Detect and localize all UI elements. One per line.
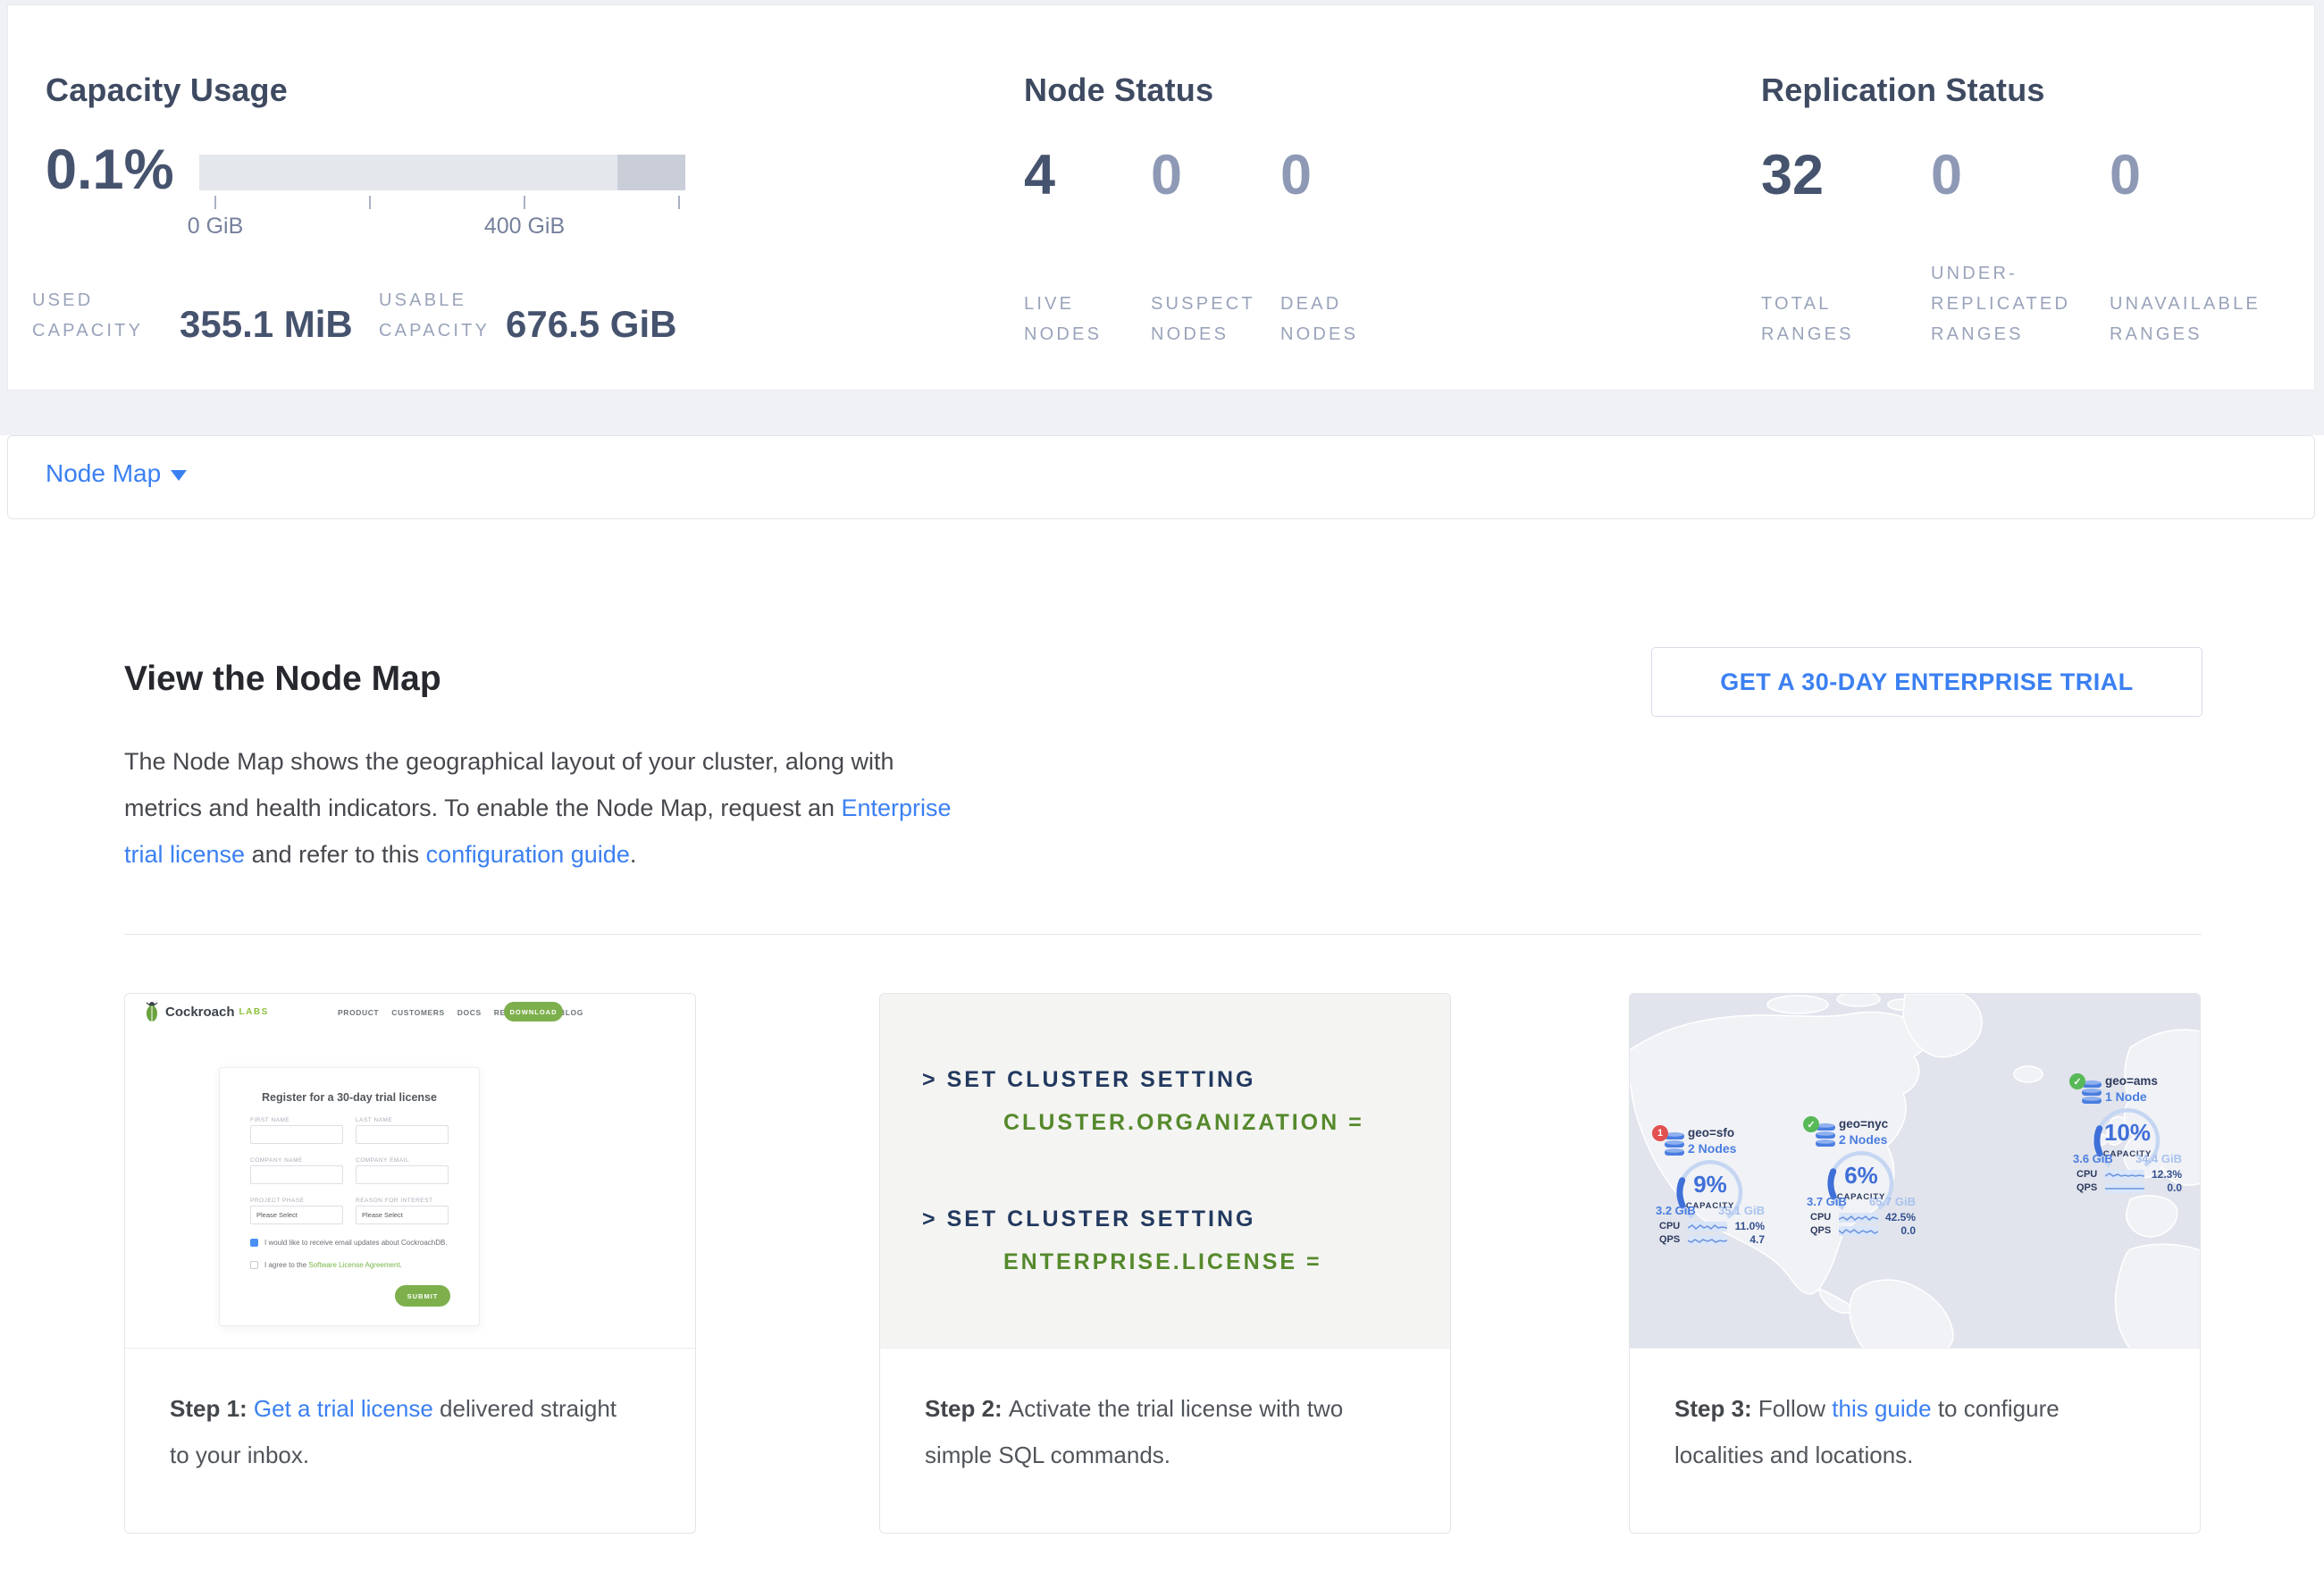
axis-tick-label: 400 GiB <box>484 214 565 240</box>
total-ranges-stat: 32 TOTAL RANGES <box>1761 144 1854 349</box>
qps-sparkline <box>1839 1226 1878 1236</box>
unavailable-ranges-stat: 0 UNAVAILABLE RANGES <box>2110 144 2261 349</box>
section-divider <box>124 934 2202 935</box>
registration-screenshot: Cockroach LABS PRODUCT CUSTOMERS DOCS RE… <box>125 994 695 1349</box>
used-capacity-label: USED CAPACITY <box>32 285 143 346</box>
cpu-sparkline <box>1839 1213 1878 1223</box>
axis-tick <box>524 196 525 209</box>
axis-tick <box>214 196 216 209</box>
cockroach-bug-icon <box>143 1001 161 1022</box>
axis-tick <box>678 196 680 209</box>
usable-capacity-label: USABLE CAPACITY <box>379 285 490 346</box>
cockroach-labs-logo: Cockroach LABS <box>143 1001 269 1022</box>
cluster-summary-panel: Capacity Usage 0.1% 0 GiB 400 GiB USED C… <box>7 4 2315 391</box>
usable-capacity-value: 676.5 GiB <box>506 303 676 346</box>
node-status-title: Node Status <box>1024 71 1213 109</box>
view-selector-label[interactable]: Node Map <box>46 459 161 488</box>
used-capacity-value: 355.1 MiB <box>180 303 353 346</box>
cpu-sparkline <box>2105 1170 2144 1180</box>
axis-tick-label: 0 GiB <box>188 214 244 240</box>
page-title: View the Node Map <box>124 660 441 699</box>
capacity-percent: 0.1% <box>46 138 174 202</box>
step3-card: 1 geo=sfo 2 Nodes 9% CA <box>1629 993 2201 1534</box>
cpu-sparkline <box>1688 1222 1727 1232</box>
license-agree-checkbox <box>250 1261 258 1269</box>
step3-caption: Step 3: Follow this guide to configurelo… <box>1674 1385 2060 1478</box>
this-guide-link[interactable]: this guide <box>1832 1395 1931 1422</box>
email-updates-checkbox <box>250 1239 258 1247</box>
node-map-preview: 1 geo=sfo 2 Nodes 9% CA <box>1630 994 2200 1349</box>
mini-submit-button: SUBMIT <box>395 1285 450 1307</box>
live-nodes-stat: 4 LIVE NODES <box>1024 144 1102 349</box>
last-name-field <box>356 1125 449 1144</box>
get-trial-license-link[interactable]: Get a trial license <box>254 1395 433 1422</box>
configuration-guide-link[interactable]: configuration guide <box>426 841 630 868</box>
mini-download-button: DOWNLOAD <box>504 1002 563 1022</box>
company-name-field <box>250 1165 343 1184</box>
view-selector-dropdown[interactable]: Node Map <box>7 435 2315 519</box>
step2-card: > SET CLUSTER SETTING CLUSTER.ORGANIZATI… <box>879 993 1451 1534</box>
software-license-link: Software License Agreement <box>308 1261 399 1269</box>
cockroachdb-console-overview: Capacity Usage 0.1% 0 GiB 400 GiB USED C… <box>0 0 2324 1589</box>
capacity-ring: 10% CAPACITY <box>2090 1103 2165 1178</box>
capacity-ring: 9% CAPACITY <box>1673 1155 1748 1230</box>
company-email-field <box>356 1165 449 1184</box>
step2-caption: Step 2: Activate the trial license with … <box>925 1385 1343 1478</box>
healthy-check-icon: ✓ <box>2069 1073 2085 1089</box>
capacity-bar <box>199 155 685 190</box>
enterprise-trial-license-link[interactable]: Enterprise <box>842 794 952 821</box>
get-enterprise-trial-button[interactable]: GET A 30-DAY ENTERPRISE TRIAL <box>1651 647 2202 717</box>
first-name-field <box>250 1125 343 1144</box>
trial-registration-form: Register for a 30-day trial license FIRS… <box>219 1067 480 1326</box>
step1-caption: Step 1: Get a trial license delivered st… <box>170 1385 617 1478</box>
under-replicated-ranges-stat: 0 UNDER- REPLICATED RANGES <box>1931 144 2070 349</box>
suspect-nodes-stat: 0 SUSPECT NODES <box>1151 144 1255 349</box>
warning-badge-icon: 1 <box>1652 1125 1668 1141</box>
qps-sparkline <box>2105 1183 2144 1193</box>
capacity-ring: 6% CAPACITY <box>1824 1146 1899 1221</box>
chevron-down-icon <box>171 470 187 481</box>
capacity-bar-reserved-segment <box>617 155 685 190</box>
healthy-check-icon: ✓ <box>1803 1116 1819 1132</box>
enterprise-trial-license-link[interactable]: trial license <box>124 841 245 868</box>
dead-nodes-stat: 0 DEAD NODES <box>1280 144 1358 349</box>
sql-commands-panel: > SET CLUSTER SETTING CLUSTER.ORGANIZATI… <box>880 994 1450 1349</box>
replication-status-title: Replication Status <box>1761 71 2045 109</box>
project-phase-select: Please Select <box>250 1206 343 1224</box>
reason-select: Please Select <box>356 1206 449 1224</box>
step1-card: Cockroach LABS PRODUCT CUSTOMERS DOCS RE… <box>124 993 696 1534</box>
capacity-usage-title: Capacity Usage <box>46 71 288 109</box>
node-map-description: The Node Map shows the geographical layo… <box>124 738 952 878</box>
axis-tick <box>369 196 371 209</box>
qps-sparkline <box>1688 1235 1727 1245</box>
